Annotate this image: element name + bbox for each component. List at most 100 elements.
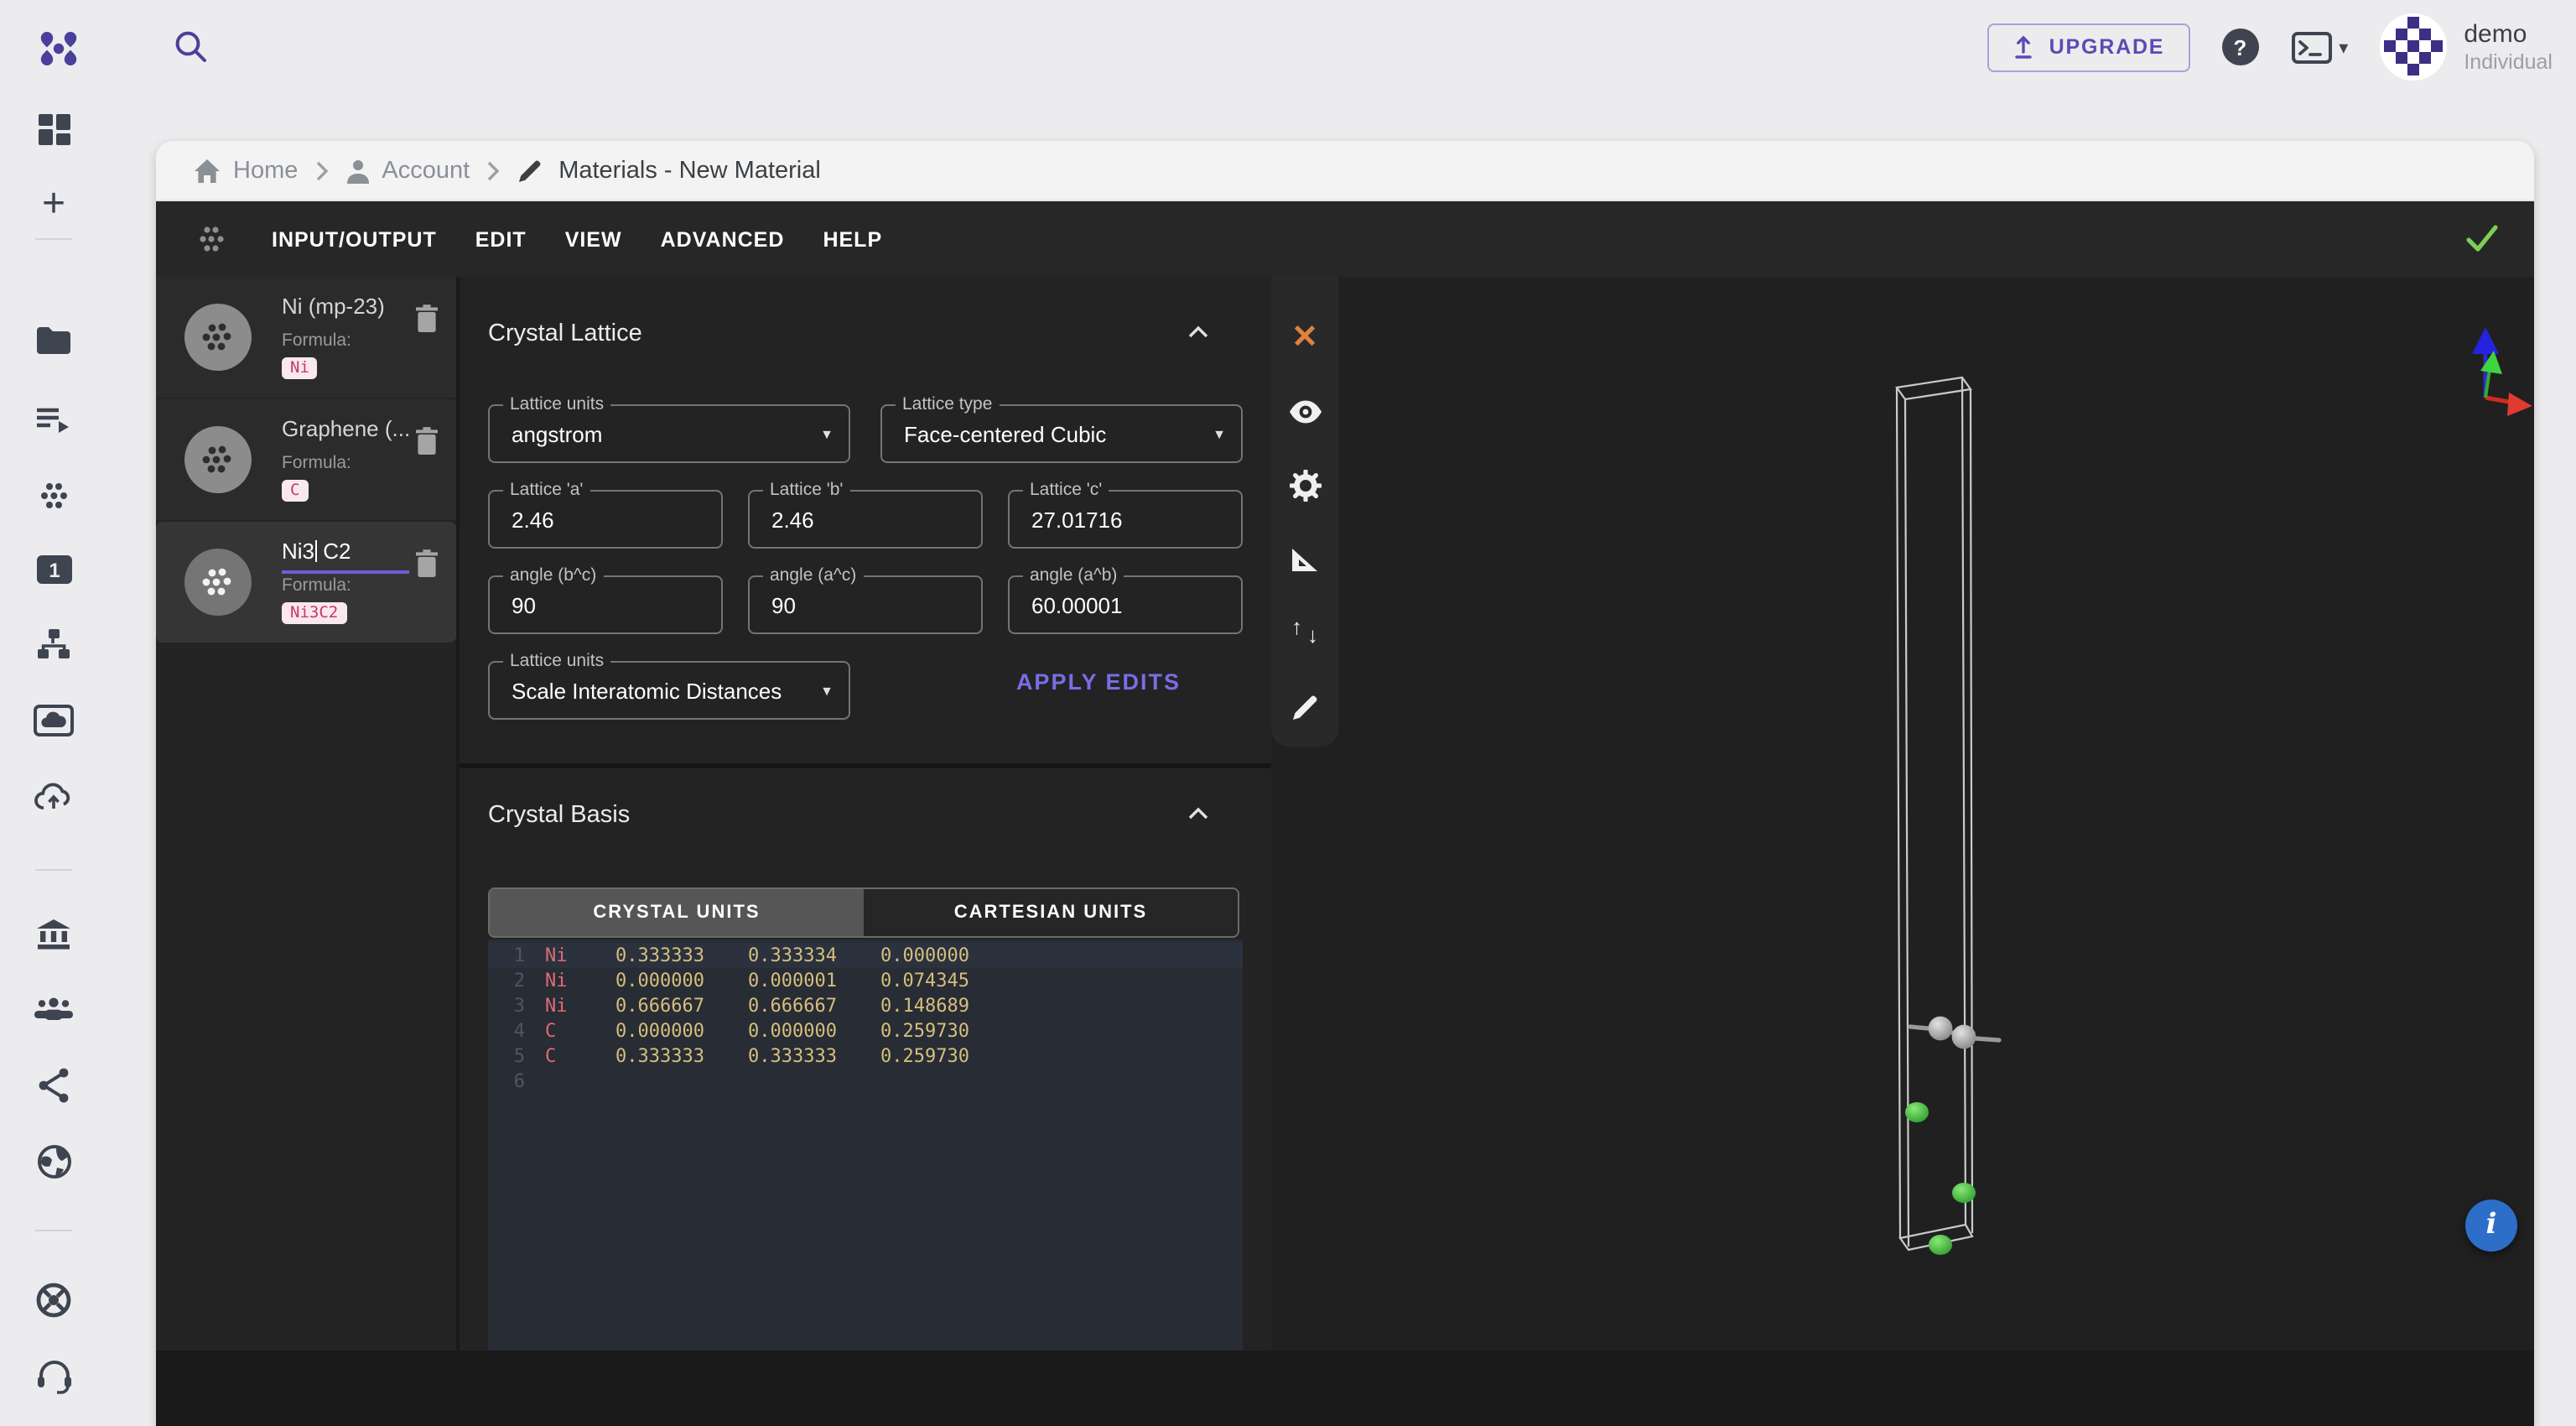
lattice-units-select[interactable]: Lattice units angstrom ▼ <box>488 404 850 463</box>
materials-list: Ni (mp-23) Formula: Ni Graphene (... For… <box>156 277 460 1351</box>
breadcrumb-home-link[interactable]: Home <box>193 157 298 184</box>
atom-gray <box>1929 1017 1953 1041</box>
public-globe-icon[interactable] <box>34 1141 74 1181</box>
lattice-type-select[interactable]: Lattice type Face-centered Cubic ▼ <box>880 404 1243 463</box>
rail-divider <box>35 869 72 871</box>
workflows-sitemap-icon[interactable] <box>34 624 74 664</box>
search-icon[interactable] <box>173 29 210 65</box>
formula-badge: C <box>282 480 308 502</box>
line-number: 2 <box>488 968 525 993</box>
create-new-icon[interactable]: + <box>34 185 74 225</box>
coord-y: 0.333333 <box>748 1043 880 1069</box>
lattice-type-label: Lattice type <box>896 396 999 414</box>
help-button[interactable]: ? <box>2221 29 2258 65</box>
lattice-c-input[interactable]: Lattice 'c' 27.01716 <box>1008 490 1243 549</box>
basis-code-editor[interactable]: 1 Ni 0.333333 0.333334 0.000000 2 Ni 0.0… <box>488 939 1243 1351</box>
material-info: Ni (mp-23) Formula: Ni <box>282 294 413 381</box>
material-name-field[interactable]: Graphene (... <box>282 416 413 445</box>
dashboard-icon[interactable] <box>34 109 74 149</box>
jobs-playlist-icon[interactable] <box>34 401 74 441</box>
section-divider <box>460 763 1271 768</box>
upgrade-button[interactable]: UPGRADE <box>1987 23 2190 71</box>
material-list-item[interactable]: Graphene (... Formula: C <box>156 399 456 520</box>
chevron-right-icon <box>486 160 500 180</box>
upgrade-label: UPGRADE <box>2049 35 2165 59</box>
element-symbol: C <box>545 1018 589 1043</box>
structure-viewer-3d[interactable]: ✕ ↑↓ <box>1271 277 2534 1351</box>
lattice-b-input[interactable]: Lattice 'b' 2.46 <box>748 490 983 549</box>
angle-ac-input[interactable]: angle (a^c) 90 <box>748 575 983 634</box>
basis-code-line: 6 <box>488 1069 1243 1094</box>
angle-bc-input[interactable]: angle (b^c) 90 <box>488 575 723 634</box>
measure-tool-button[interactable] <box>1271 522 1338 596</box>
crystal-scene <box>1271 277 2534 1351</box>
delete-material-icon[interactable] <box>414 549 439 579</box>
set-square-icon <box>1290 544 1320 573</box>
brand-logo-icon[interactable] <box>35 25 82 72</box>
material-name-field[interactable]: Ni (mp-23) <box>282 294 413 322</box>
menu-item[interactable]: VIEW <box>565 227 622 251</box>
material-avatar-icon <box>184 549 252 616</box>
cloud-upload-icon[interactable] <box>34 777 74 817</box>
material-avatar-icon <box>184 426 252 493</box>
apply-edits-button[interactable]: APPLY EDITS <box>956 669 1241 695</box>
basis-units-tab[interactable]: CRYSTAL UNITS <box>490 889 864 936</box>
share-icon[interactable] <box>34 1065 74 1106</box>
helm-wheel-icon[interactable] <box>34 1280 74 1320</box>
console-dropdown-button[interactable]: ▾ <box>2290 29 2348 65</box>
atom-green <box>1929 1235 1952 1255</box>
coord-y: 0.666667 <box>748 993 880 1018</box>
menu-item[interactable]: EDIT <box>475 227 527 251</box>
coord-y: 0.000000 <box>748 1018 880 1043</box>
material-name-field[interactable]: Ni3 C2 <box>282 539 413 567</box>
formula-label: Formula: <box>282 453 413 473</box>
projects-folder-icon[interactable] <box>34 320 74 361</box>
line-number: 5 <box>488 1043 525 1069</box>
team-people-icon[interactable] <box>34 990 74 1030</box>
save-check-button[interactable] <box>2464 221 2501 255</box>
coord-z: 0.259730 <box>880 1018 1013 1043</box>
media-gallery-icon[interactable] <box>34 700 74 740</box>
chevron-down-icon: ▾ <box>2339 36 2348 58</box>
edit-tool-button[interactable] <box>1271 669 1338 743</box>
material-list-item[interactable]: Ni (mp-23) Formula: Ni <box>156 277 456 398</box>
delete-material-icon[interactable] <box>414 304 439 334</box>
left-rail: + 1 <box>0 0 111 1426</box>
scale-units-select[interactable]: Lattice units Scale Interatomic Distance… <box>488 661 850 720</box>
materials-dots-icon[interactable] <box>34 475 74 515</box>
rail-divider <box>35 238 72 240</box>
coord-x: 0.000000 <box>615 1018 748 1043</box>
help-glyph: ? <box>2233 34 2246 60</box>
terminal-icon <box>2290 29 2334 65</box>
material-list-item[interactable]: Ni3 C2 Formula: Ni3C2 <box>156 522 456 643</box>
axes-indicator <box>2472 327 2532 416</box>
info-button[interactable]: i <box>2465 1200 2517 1252</box>
collapse-lattice-button[interactable] <box>1187 325 1209 339</box>
lattice-a-input[interactable]: Lattice 'a' 2.46 <box>488 490 723 549</box>
menu-item[interactable]: HELP <box>823 227 882 251</box>
basis-code-line: 5 C 0.333333 0.333333 0.259730 <box>488 1043 1243 1069</box>
basis-units-tab[interactable]: CARTESIAN UNITS <box>864 889 1238 936</box>
settings-tool-button[interactable] <box>1271 448 1338 522</box>
organization-bank-icon[interactable] <box>34 914 74 955</box>
collapse-basis-button[interactable] <box>1187 807 1209 820</box>
molecule-dots-icon <box>196 223 228 255</box>
line-number: 1 <box>488 943 525 968</box>
coord-x: 0.333333 <box>615 1043 748 1069</box>
element-symbol <box>545 1069 589 1094</box>
swap-axes-tool-button[interactable]: ↑↓ <box>1271 596 1338 669</box>
delete-material-icon[interactable] <box>414 426 439 456</box>
viewer-toolbar: ✕ ↑↓ <box>1271 277 1338 747</box>
close-tool-button[interactable]: ✕ <box>1271 300 1338 374</box>
looks-one-icon[interactable]: 1 <box>34 549 74 589</box>
app-window: + 1 <box>0 0 2576 1426</box>
support-headset-icon[interactable] <box>34 1356 74 1396</box>
breadcrumb-account-link[interactable]: Account <box>345 157 470 184</box>
menu-item[interactable]: ADVANCED <box>661 227 785 251</box>
coord-z <box>880 1069 1013 1094</box>
user-menu[interactable]: demo Individual <box>2380 13 2553 81</box>
angle-ab-input[interactable]: angle (a^b) 60.00001 <box>1008 575 1243 634</box>
edit-pencil-icon <box>517 157 543 184</box>
visibility-tool-button[interactable] <box>1271 374 1338 448</box>
menu-item[interactable]: INPUT/OUTPUT <box>272 227 437 251</box>
